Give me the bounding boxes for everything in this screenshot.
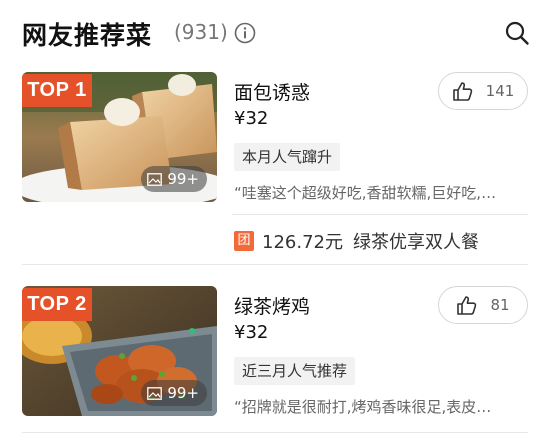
dish-tag: 近三月人气推荐 (234, 357, 356, 385)
page-title: 网友推荐菜 (22, 21, 153, 50)
deal-title: 绿茶优享双人餐 (352, 232, 479, 253)
dish-name[interactable]: 面包诱惑 (234, 78, 310, 105)
image-icon (147, 172, 163, 186)
thumbs-up-icon (452, 82, 472, 101)
like-button[interactable]: 141 (438, 72, 528, 110)
like-count: 141 (485, 82, 515, 100)
rank-badge: TOP 1 (22, 74, 92, 107)
dish-photo[interactable]: TOP 2 99+ (22, 286, 217, 416)
search-icon[interactable] (504, 20, 530, 46)
dish-photo[interactable]: TOP 1 99+ (22, 72, 217, 202)
dish-tag: 本月人气蹿升 (234, 143, 341, 171)
review-quote[interactable]: “哇塞这个超级好吃,香甜软糯,巨好吃,… (234, 182, 530, 203)
like-button[interactable]: 81 (438, 286, 528, 324)
header: 网友推荐菜 (931) (22, 0, 532, 66)
deal-price: 126.72元 (262, 232, 343, 253)
image-icon (147, 386, 163, 400)
group-deal-row[interactable]: 团 126.72元 绿茶优享双人餐 (234, 227, 479, 255)
review-quote[interactable]: “招牌就是很耐打,烤鸡香味很足,表皮… (234, 396, 530, 417)
photo-count-badge: 99+ (141, 380, 207, 406)
photo-count-badge: 99+ (141, 166, 207, 192)
divider (232, 214, 528, 215)
dish-name[interactable]: 绿茶烤鸡 (234, 292, 310, 319)
bottom-divider (22, 432, 528, 433)
dish-price: ¥32 (234, 322, 269, 343)
rank-badge: TOP 2 (22, 288, 92, 321)
recommendation-count: (931) (174, 20, 228, 44)
like-count: 81 (490, 296, 510, 314)
group-deal-icon: 团 (234, 231, 254, 251)
thumbs-up-icon (457, 296, 477, 315)
dish-price: ¥32 (234, 108, 269, 129)
photo-count: 99+ (167, 170, 199, 188)
section-divider (22, 264, 528, 265)
photo-count: 99+ (167, 384, 199, 402)
info-icon[interactable] (234, 22, 256, 44)
